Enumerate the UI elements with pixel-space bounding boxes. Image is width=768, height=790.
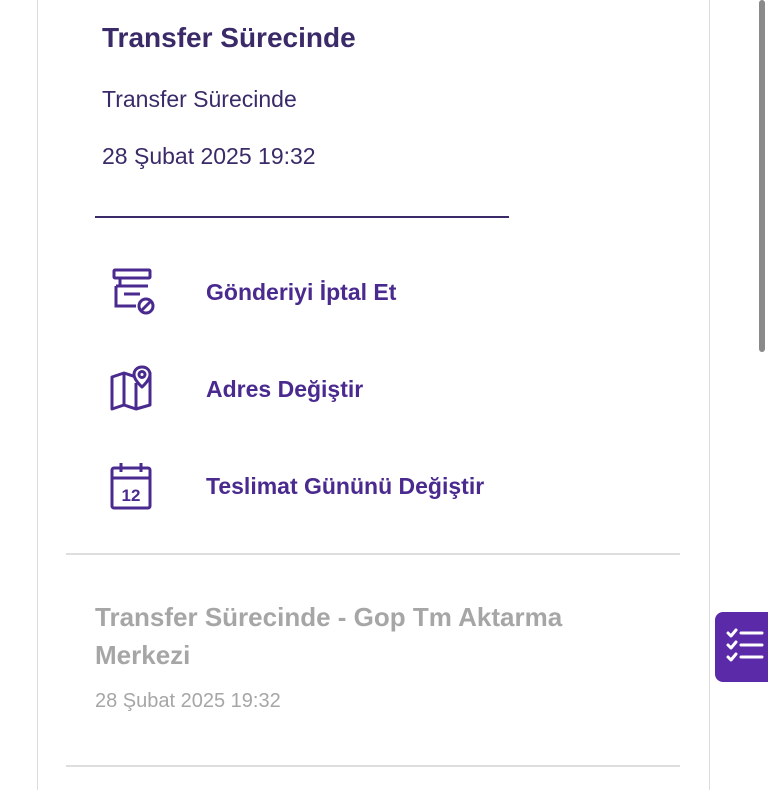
checklist-icon [725,625,765,670]
cancel-shipment-icon [104,264,164,320]
status-title: Transfer Sürecinde [102,22,356,53]
section-divider-bottom [66,765,680,767]
change-delivery-day-button[interactable]: 12 Teslimat Gününü Değiştir [104,458,564,514]
history-item-date: 28 Şubat 2025 19:32 [95,690,281,712]
svg-text:12: 12 [122,486,141,505]
divider [95,216,509,218]
change-delivery-day-label: Teslimat Gününü Değiştir [206,472,485,499]
cancel-shipment-button[interactable]: Gönderiyi İptal Et [104,264,564,320]
status-subtitle: Transfer Sürecinde [102,86,297,112]
map-pin-icon [104,361,164,417]
checklist-button[interactable] [715,612,768,682]
scrollbar[interactable] [759,0,765,352]
section-divider [66,553,680,555]
status-date: 28 Şubat 2025 19:32 [102,143,316,169]
history-item-title: Transfer Sürecinde - Gop Tm Aktarma Merk… [95,602,563,670]
change-address-label: Adres Değiştir [206,375,364,402]
cancel-shipment-label: Gönderiyi İptal Et [206,278,397,305]
calendar-icon: 12 [104,458,164,514]
change-address-button[interactable]: Adres Değiştir [104,361,564,417]
